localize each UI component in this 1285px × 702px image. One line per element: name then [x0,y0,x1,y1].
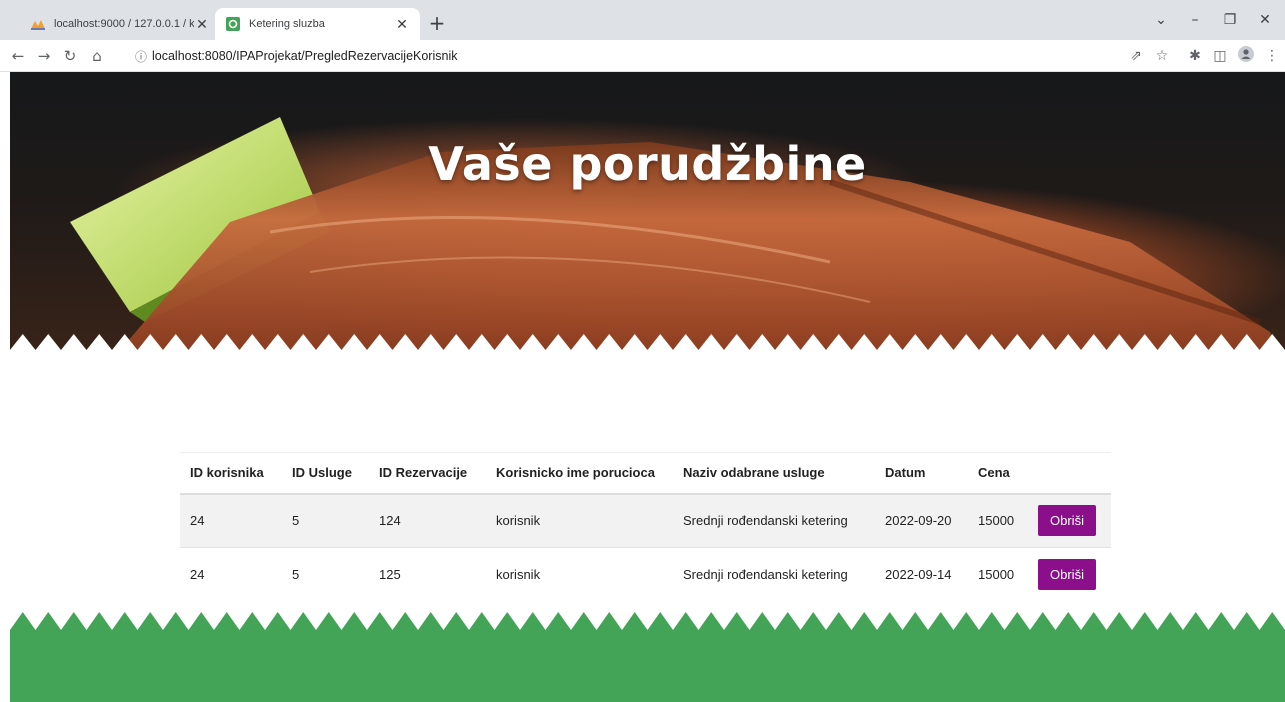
site-info-icon[interactable]: ⓘ [130,48,152,65]
delete-button[interactable]: Obriši [1038,505,1096,537]
close-window-icon[interactable]: ✕ [1255,12,1275,28]
cell-date: 2022-09-20 [875,493,968,548]
cell-service-id: 5 [282,547,369,602]
restore-icon[interactable]: ❐ [1220,12,1240,28]
cell-user-id: 24 [180,547,282,602]
cell-action: Obriši [1028,493,1111,548]
salmon-food-image [70,117,1285,362]
tab-ketering[interactable]: Ketering sluzba ✕ [215,8,420,40]
cell-username: korisnik [486,547,673,602]
back-icon[interactable]: ← [8,46,28,66]
column-header: Datum [875,452,968,495]
column-header: Naziv odabrane usluge [673,452,875,495]
cell-date: 2022-09-14 [875,547,968,602]
address-bar[interactable]: ⓘ localhost:8080/IPAProjekat/PregledReze… [124,43,1124,69]
side-panel-icon[interactable]: ◫ [1210,46,1230,66]
column-header: Korisnicko ime porucioca [486,452,673,495]
cell-action: Obriši [1028,547,1111,602]
close-tab-icon[interactable]: ✕ [394,16,410,33]
hero-banner: Vaše porudžbine [10,72,1285,362]
bookmark-star-icon[interactable]: ☆ [1152,46,1172,66]
table-header-row: ID korisnika ID Usluge ID Rezervacije Ko… [180,452,1111,495]
tab-title: localhost:9000 / 127.0.0.1 / keteri [54,18,194,30]
ketering-favicon-icon [225,16,241,32]
cell-reservation-id: 124 [369,493,486,548]
column-header: ID Rezervacije [369,452,486,495]
url-text: localhost:8080/IPAProjekat/PregledRezerv… [152,49,458,63]
column-header: ID korisnika [180,452,282,495]
phpmyadmin-icon [30,16,46,32]
browser-toolbar: ← → ↻ ⌂ ⓘ localhost:8080/IPAProjekat/Pre… [0,40,1285,72]
tab-search-icon[interactable]: ⌄ [1151,12,1171,28]
reload-icon[interactable]: ↻ [60,46,80,66]
cell-user-id: 24 [180,493,282,548]
cell-price: 15000 [968,547,1028,602]
tab-phpmyadmin[interactable]: localhost:9000 / 127.0.0.1 / keteri ✕ [20,8,220,40]
footer-band [10,612,1285,702]
extensions-icon[interactable]: ✱ [1185,46,1205,66]
orders-table: ID korisnika ID Usluge ID Rezervacije Ko… [180,452,1111,602]
column-header [1028,452,1111,495]
table-row: 24 5 125 korisnik Srednji rođendanski ke… [180,547,1111,602]
profile-avatar-icon[interactable] [1236,46,1256,66]
new-tab-button[interactable]: + [425,12,449,36]
close-tab-icon[interactable]: ✕ [194,16,210,33]
hero-zigzag-divider [10,334,1285,364]
menu-kebab-icon[interactable]: ⋮ [1262,46,1282,66]
table-row: 24 5 124 korisnik Srednji rođendanski ke… [180,493,1111,548]
column-header: ID Usluge [282,452,369,495]
tab-title: Ketering sluzba [249,18,325,30]
home-icon[interactable]: ⌂ [87,46,107,66]
cell-price: 15000 [968,493,1028,548]
forward-icon[interactable]: → [34,46,54,66]
cell-username: korisnik [486,493,673,548]
share-icon[interactable]: ⇗ [1126,46,1146,66]
cell-service-id: 5 [282,493,369,548]
minimize-icon[interactable]: – [1185,12,1205,28]
column-header: Cena [968,452,1028,495]
cell-service-name: Srednji rođendanski ketering [673,493,875,548]
delete-button[interactable]: Obriši [1038,559,1096,591]
browser-tab-strip: localhost:9000 / 127.0.0.1 / keteri ✕ Ke… [0,0,1285,40]
page-title: Vaše porudžbine [428,137,867,191]
cell-service-name: Srednji rođendanski ketering [673,547,875,602]
cell-reservation-id: 125 [369,547,486,602]
